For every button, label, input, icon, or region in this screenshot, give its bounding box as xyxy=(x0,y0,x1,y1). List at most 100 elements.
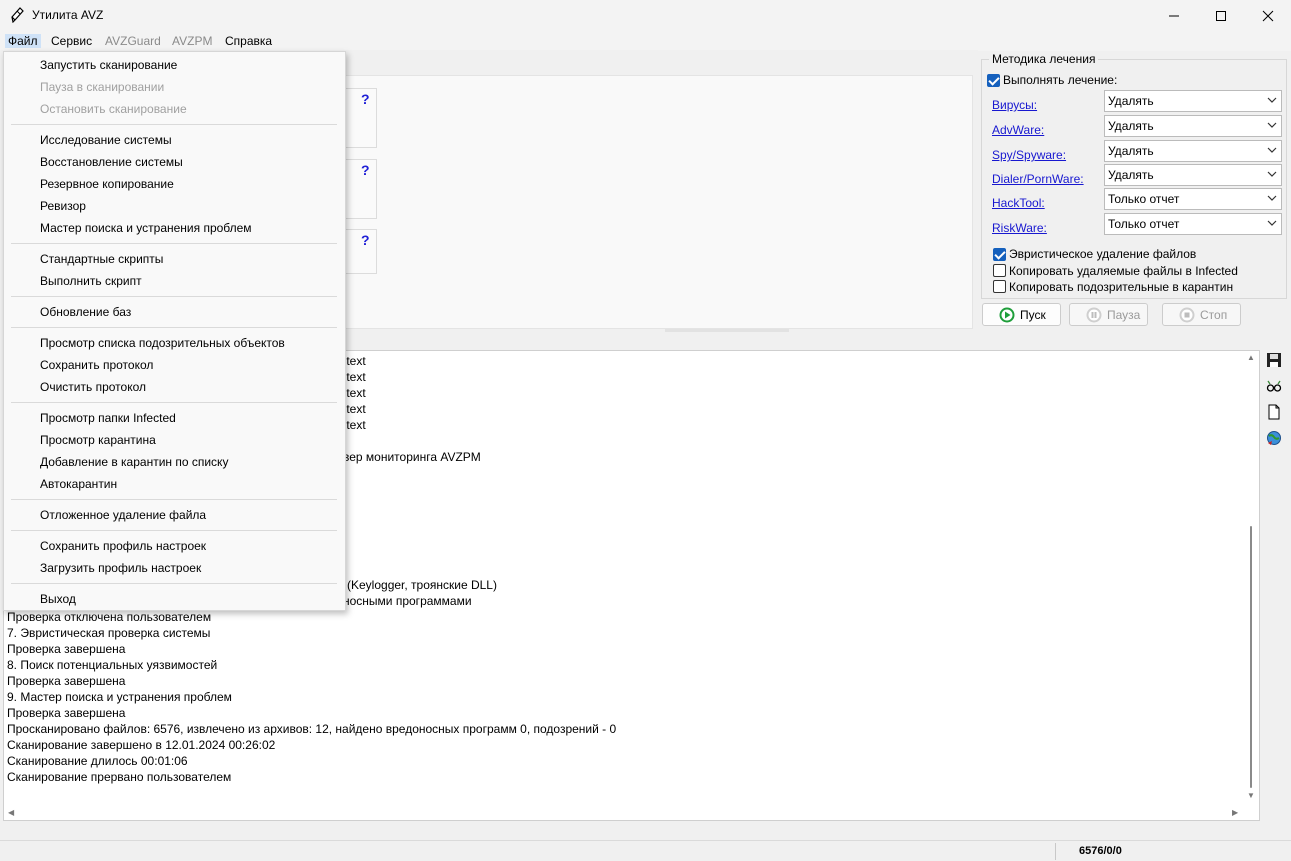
close-button[interactable] xyxy=(1245,0,1291,31)
start-button-label: Пуск xyxy=(1020,307,1046,322)
close-icon xyxy=(1262,10,1274,21)
menu-item-standard-scripts[interactable]: Стандартные скрипты xyxy=(40,252,163,266)
copy-suspicious-checkbox[interactable] xyxy=(993,280,1006,293)
heuristic-delete-checkbox[interactable] xyxy=(993,248,1006,261)
menu-item-save-profile[interactable]: Сохранить профиль настроек xyxy=(40,539,206,553)
menu-item-start-scan[interactable]: Запустить сканирование xyxy=(40,58,177,72)
log-line: 9. Мастер поиска и устранения проблем xyxy=(7,690,232,704)
stop-button[interactable]: Стоп xyxy=(1162,303,1241,326)
log-vertical-scrollbar[interactable]: ▲ ▼ xyxy=(1245,351,1257,805)
menu-item-system-investigation[interactable]: Исследование системы xyxy=(40,133,172,147)
menu-service[interactable]: Сервис xyxy=(51,34,92,48)
menu-item-pause-scan[interactable]: Пауза в сканировании xyxy=(40,80,164,94)
chevron-down-icon xyxy=(1267,220,1277,226)
minimize-button[interactable] xyxy=(1151,0,1197,31)
chevron-down-icon xyxy=(1267,122,1277,128)
window-title: Утилита AVZ xyxy=(32,8,104,22)
menu-item-delayed-delete[interactable]: Отложенное удаление файла xyxy=(40,508,206,522)
menu-item-view-suspicious[interactable]: Просмотр списка подозрительных объектов xyxy=(40,336,285,350)
dialer-select-value: Удалять xyxy=(1108,168,1154,182)
viruses-select[interactable]: Удалять xyxy=(1104,90,1282,112)
start-button[interactable]: Пуск xyxy=(982,303,1061,326)
riskware-select[interactable]: Только отчет xyxy=(1104,213,1282,235)
view-suspicious-button[interactable] xyxy=(1264,376,1284,396)
log-toolbar xyxy=(1264,350,1286,460)
viruses-link[interactable]: Вирусы: xyxy=(992,98,1037,112)
log-line: .text xyxy=(343,370,366,384)
hacktool-select[interactable]: Только отчет xyxy=(1104,188,1282,210)
log-horizontal-scrollbar[interactable]: ◀ ▶ xyxy=(4,806,1245,820)
splitter[interactable] xyxy=(665,329,789,332)
log-line: Сканирование прервано пользователем xyxy=(7,770,232,784)
log-line: Проверка завершена xyxy=(7,674,126,688)
clear-log-button[interactable] xyxy=(1264,402,1284,422)
advware-link[interactable]: AdvWare: xyxy=(992,123,1044,137)
scroll-left-icon[interactable]: ◀ xyxy=(8,808,14,817)
menu-item-clear-log[interactable]: Очистить протокол xyxy=(40,380,146,394)
menu-bar: Файл Сервис AVZGuard AVZPM Справка xyxy=(0,31,1291,51)
menu-item-backup[interactable]: Резервное копирование xyxy=(40,177,174,191)
spyware-link[interactable]: Spy/Spyware: xyxy=(992,148,1066,162)
pause-button-label: Пауза xyxy=(1107,307,1141,322)
perform-treatment-checkbox[interactable] xyxy=(987,74,1000,87)
help-box[interactable]: ? xyxy=(344,88,377,148)
avz-pen-icon xyxy=(11,7,24,23)
play-icon xyxy=(999,307,1015,322)
menu-help[interactable]: Справка xyxy=(225,34,272,48)
dialer-link[interactable]: Dialer/PornWare: xyxy=(992,172,1084,186)
menu-item-system-restore[interactable]: Восстановление системы xyxy=(40,155,183,169)
menu-item-view-infected[interactable]: Просмотр папки Infected xyxy=(40,411,176,425)
update-bases-button[interactable] xyxy=(1264,428,1284,448)
menu-item-save-log[interactable]: Сохранить протокол xyxy=(40,358,153,372)
log-line: .text xyxy=(343,386,366,400)
menu-item-autoquarantine[interactable]: Автокарантин xyxy=(40,477,117,491)
hacktool-link[interactable]: HackTool: xyxy=(992,196,1045,210)
help-mark: ? xyxy=(361,162,370,178)
pause-icon xyxy=(1086,307,1102,322)
blank-page-icon xyxy=(1268,404,1280,420)
spyware-select[interactable]: Удалять xyxy=(1104,140,1282,162)
maximize-button[interactable] xyxy=(1198,0,1244,31)
chevron-down-icon xyxy=(1267,97,1277,103)
copy-deleted-label: Копировать удаляемые файлы в Infected xyxy=(1009,264,1238,278)
scroll-thumb[interactable] xyxy=(1250,526,1252,788)
menu-item-view-quarantine[interactable]: Просмотр карантина xyxy=(40,433,156,447)
stop-button-label: Стоп xyxy=(1200,307,1228,322)
scroll-right-icon[interactable]: ▶ xyxy=(1232,808,1238,817)
heuristic-delete-label: Эвристическое удаление файлов xyxy=(1009,247,1197,261)
copy-deleted-checkbox[interactable] xyxy=(993,264,1006,277)
riskware-link[interactable]: RiskWare: xyxy=(992,221,1047,235)
menu-file[interactable]: Файл xyxy=(5,34,41,48)
minimize-icon xyxy=(1169,15,1179,16)
menu-avzpm[interactable]: AVZPM xyxy=(172,34,212,48)
dialer-select[interactable]: Удалять xyxy=(1104,164,1282,186)
pause-button[interactable]: Пауза xyxy=(1069,303,1148,326)
spyware-select-value: Удалять xyxy=(1108,144,1154,158)
help-box[interactable]: ? xyxy=(344,229,377,274)
log-line: .text xyxy=(343,354,366,368)
menu-item-run-script[interactable]: Выполнить скрипт xyxy=(40,274,142,288)
menu-item-load-profile[interactable]: Загрузить профиль настроек xyxy=(40,561,201,575)
menu-item-exit[interactable]: Выход xyxy=(40,592,76,606)
log-line: вер мониторинга AVZPM xyxy=(343,450,481,464)
treatment-panel: Методика лечения Выполнять лечение: Виру… xyxy=(981,51,1287,331)
menu-item-stop-scan[interactable]: Остановить сканирование xyxy=(40,102,187,116)
riskware-select-value: Только отчет xyxy=(1108,217,1180,231)
scan-counter: 6576/0/0 xyxy=(1079,845,1122,857)
scroll-down-icon[interactable]: ▼ xyxy=(1247,791,1255,800)
scroll-up-icon[interactable]: ▲ xyxy=(1247,353,1255,362)
menu-item-revisor[interactable]: Ревизор xyxy=(40,199,86,213)
menu-item-troubleshooting-wizard[interactable]: Мастер поиска и устранения проблем xyxy=(40,221,252,235)
menu-item-quarantine-by-list[interactable]: Добавление в карантин по списку xyxy=(40,455,228,469)
log-line: Сканирование завершено в 12.01.2024 00:2… xyxy=(7,738,276,752)
menu-item-update-bases[interactable]: Обновление баз xyxy=(40,305,131,319)
advware-select[interactable]: Удалять xyxy=(1104,115,1282,137)
save-log-button[interactable] xyxy=(1264,350,1284,370)
copy-suspicious-label: Копировать подозрительные в карантин xyxy=(1009,280,1234,294)
log-line: .text xyxy=(343,418,366,432)
help-mark: ? xyxy=(361,91,370,107)
help-box[interactable]: ? xyxy=(344,159,377,219)
chevron-down-icon xyxy=(1267,171,1277,177)
viruses-select-value: Удалять xyxy=(1108,94,1154,108)
menu-avzguard[interactable]: AVZGuard xyxy=(105,34,161,48)
